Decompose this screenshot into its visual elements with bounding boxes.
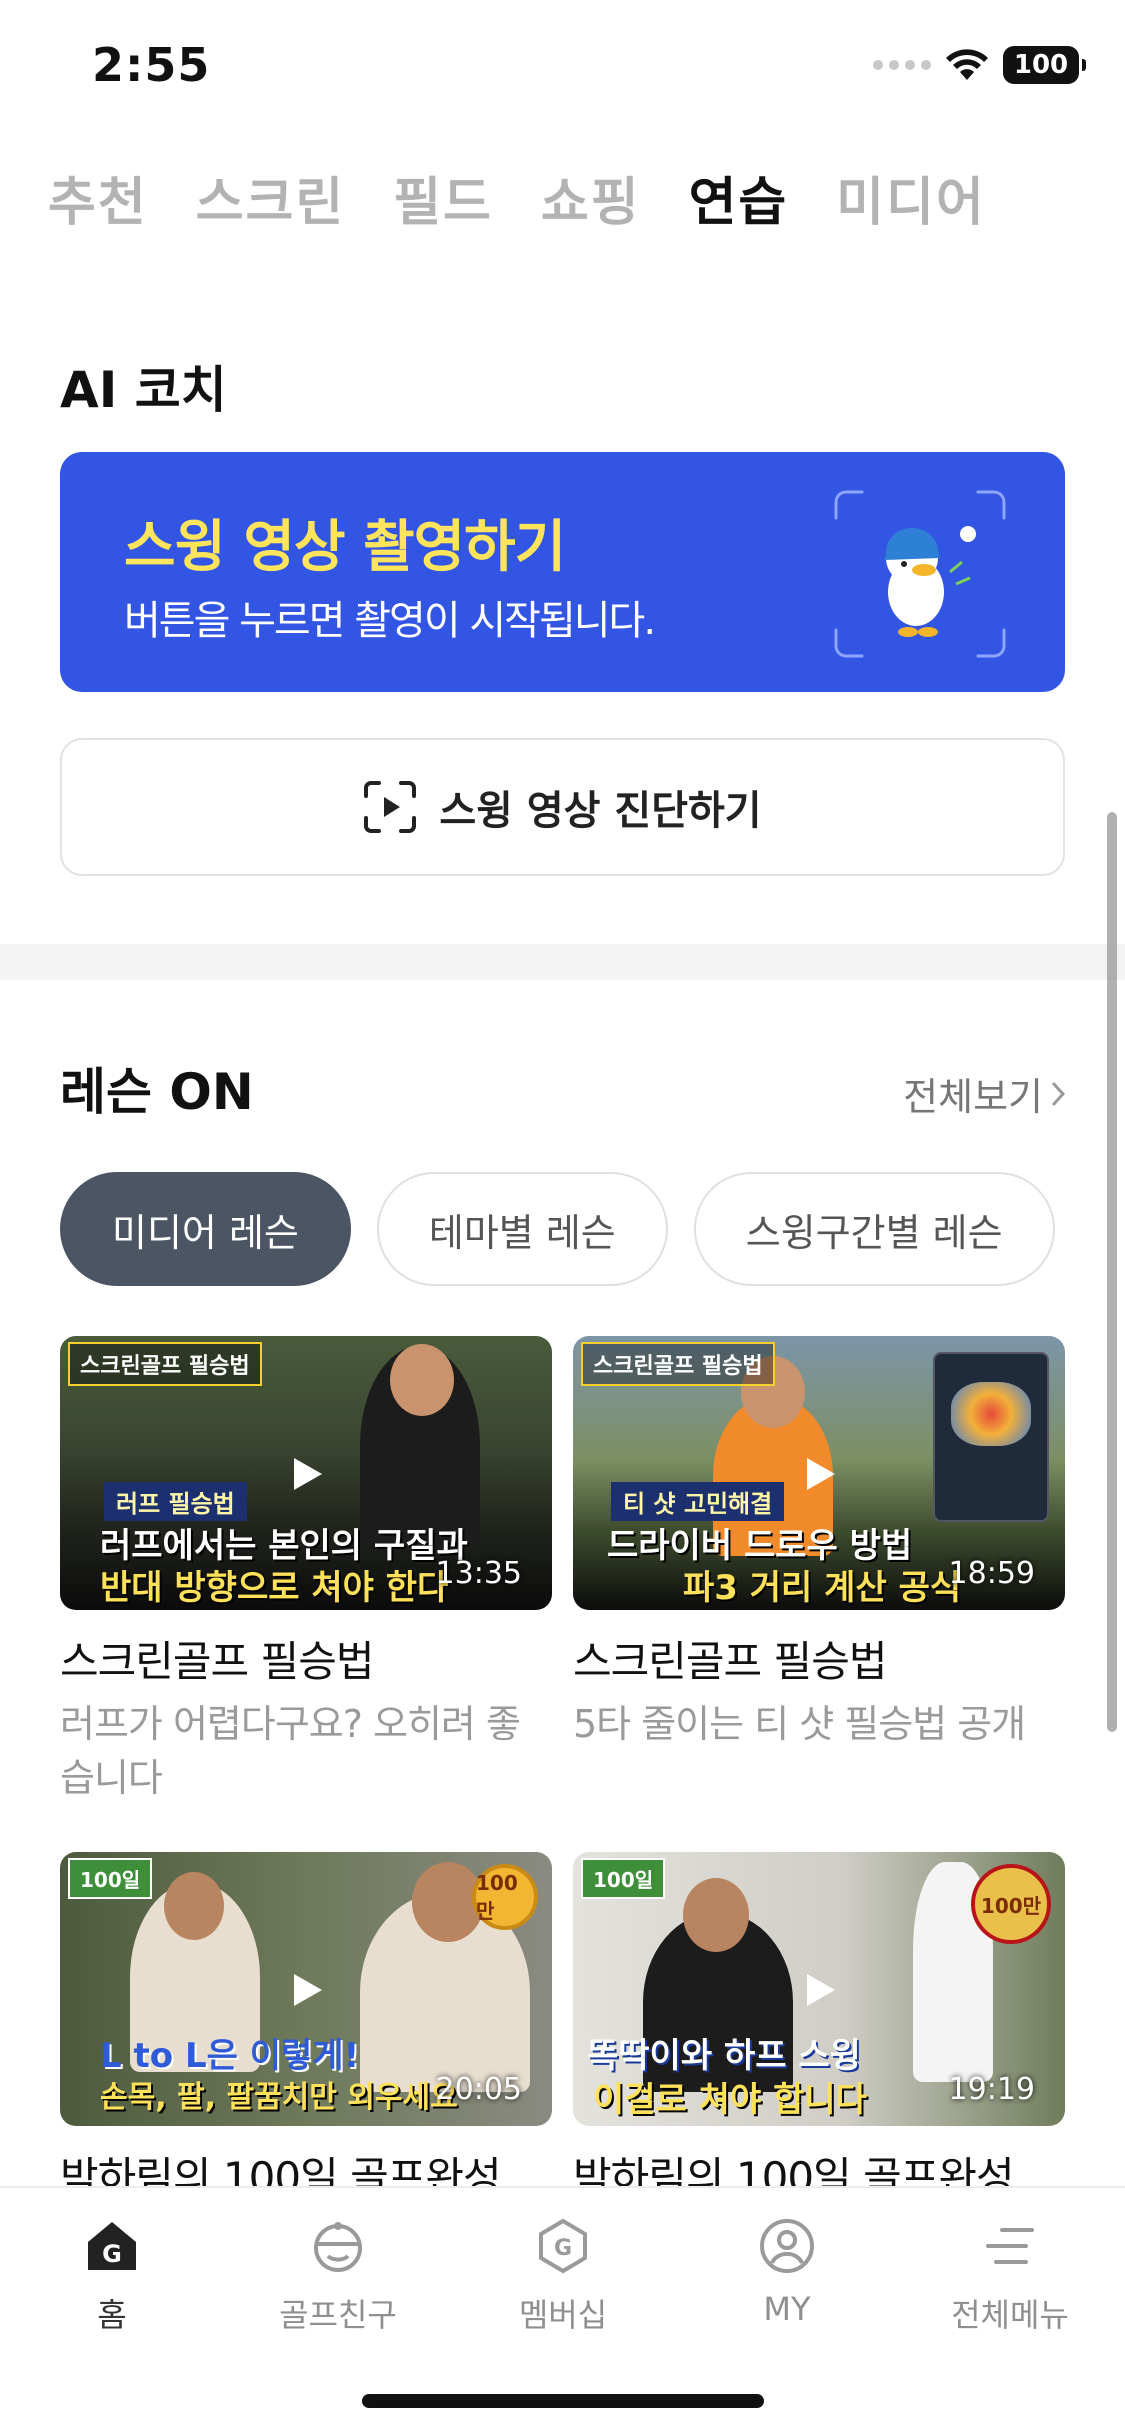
thumb-series-label: 스크린골프 필승법 — [68, 1342, 262, 1386]
video-card[interactable]: 100일 100만 똑딱이와 하프 스윙 이걸로 쳐야 합니다 19:19 박하… — [573, 1852, 1065, 2205]
menu-icon — [986, 2228, 1034, 2264]
play-icon — [294, 1458, 322, 1490]
video-description: 5타 줄이는 티 샷 필승법 공개 — [573, 1702, 1026, 1746]
nav-label: 골프친구 — [279, 2296, 397, 2334]
status-bar: 2:55 100 — [0, 0, 1125, 140]
thumb-tag: 러프 필승법 — [104, 1482, 247, 1521]
video-duration: 18:59 — [948, 1556, 1035, 1591]
badge-1m-views: 100만 — [971, 1864, 1051, 1944]
nav-my[interactable]: MY — [697, 2218, 877, 2328]
vertical-scrollbar[interactable] — [1107, 812, 1117, 1732]
video-card[interactable]: 100일 100만 L to L은 이렇게! 손목, 팔, 팔꿈치만 외우세요 … — [60, 1852, 552, 2205]
thumb-caption: 반대 방향으로 쳐야 한다 — [100, 1568, 449, 1608]
play-icon — [807, 1458, 835, 1490]
tab-practice[interactable]: 연습 — [689, 160, 789, 235]
video-title: 스크린골프 필승법 — [573, 1637, 887, 1686]
video-thumbnail[interactable]: 스크린골프 필승법 러프 필승법 러프에서는 본인의 구질과 반대 방향으로 쳐… — [60, 1336, 552, 1610]
lesson-filter-chips: 미디어 레슨 테마별 레슨 스윙구간별 레슨 — [60, 1172, 1055, 1286]
nav-golf-friend[interactable]: 골프친구 — [248, 2218, 428, 2336]
membership-icon: G — [539, 2218, 587, 2274]
thumb-caption: 파3 거리 계산 공식 — [683, 1568, 962, 1608]
nav-home[interactable]: G 홈 — [22, 2218, 202, 2336]
thumb-caption: 똑딱이와 하프 스윙 — [587, 2036, 861, 2076]
status-time: 2:55 — [92, 38, 211, 92]
banner-title: 스윙 영상 촬영하기 — [124, 515, 566, 580]
tab-screen[interactable]: 스크린 — [196, 160, 346, 235]
heatmap-graphic — [951, 1382, 1031, 1446]
section-divider — [0, 944, 1125, 980]
video-description: 러프가 어렵다구요? 오히려 좋습니다 — [60, 1702, 521, 1800]
see-all-label: 전체보기 — [903, 1075, 1043, 1119]
video-card[interactable]: 스크린골프 필승법 티 샷 고민해결 드라이버 드로우 방법 파3 거리 계산 … — [573, 1336, 1065, 1751]
video-thumbnail[interactable]: 100일 100만 똑딱이와 하프 스윙 이걸로 쳐야 합니다 19:19 — [573, 1852, 1065, 2126]
play-icon — [807, 1974, 835, 2006]
nav-label: 홈 — [97, 2296, 127, 2334]
nav-label: MY — [763, 2290, 811, 2328]
nav-label: 전체메뉴 — [951, 2296, 1069, 2334]
chip-theme-lesson[interactable]: 테마별 레슨 — [376, 1172, 668, 1286]
thumb-caption: 이걸로 쳐야 합니다 — [593, 2080, 867, 2120]
tab-recommend[interactable]: 추천 — [48, 160, 148, 235]
tab-field[interactable]: 필드 — [393, 160, 493, 235]
thumb-caption: L to L은 이렇게! — [100, 2036, 360, 2076]
swing-diagnose-button[interactable]: 스윙 영상 진단하기 — [60, 738, 1065, 876]
status-icons: 100 — [873, 46, 1086, 84]
badge-1m-views: 100만 — [472, 1864, 538, 1930]
thumb-series-label: 스크린골프 필승법 — [581, 1342, 775, 1386]
chevron-right-icon — [1051, 1081, 1065, 1106]
top-tab-bar: 추천 스크린 필드 쇼핑 연습 미디어 — [48, 160, 986, 235]
nav-membership[interactable]: G 멤버십 — [473, 2218, 653, 2336]
see-all-link[interactable]: 전체보기 — [903, 1066, 1065, 1121]
video-duration: 19:19 — [948, 2072, 1035, 2107]
nav-all-menu[interactable]: 전체메뉴 — [920, 2218, 1100, 2336]
thumb-caption: 손목, 팔, 팔꿈치만 외우세요 — [100, 2080, 458, 2115]
instructor-face — [164, 1872, 224, 1940]
video-card[interactable]: 스크린골프 필승법 러프 필승법 러프에서는 본인의 구질과 반대 방향으로 쳐… — [60, 1336, 552, 1805]
nav-label: 멤버십 — [518, 2296, 608, 2334]
thumb-series-label: 100일 — [68, 1858, 153, 1899]
diagnose-label: 스윙 영상 진단하기 — [439, 788, 762, 834]
instructor-face — [683, 1878, 749, 1952]
chip-media-lesson[interactable]: 미디어 레슨 — [60, 1172, 351, 1286]
ai-coach-title: AI 코치 — [60, 361, 227, 419]
video-duration: 13:35 — [435, 1556, 522, 1591]
chip-swing-section-lesson[interactable]: 스윙구간별 레슨 — [693, 1172, 1055, 1286]
tab-shopping[interactable]: 쇼핑 — [541, 160, 641, 235]
wifi-icon — [946, 49, 988, 80]
thumb-series-label: 100일 — [581, 1858, 666, 1899]
profile-icon — [760, 2219, 814, 2273]
swing-record-banner[interactable]: 스윙 영상 촬영하기 버튼을 누르면 촬영이 시작됩니다. — [60, 452, 1065, 692]
battery-icon: 100 — [1003, 46, 1086, 84]
home-indicator[interactable] — [362, 2394, 764, 2408]
video-duration: 20:05 — [435, 2072, 522, 2107]
svg-text:G: G — [554, 2236, 572, 2261]
cellular-signal-icon — [873, 60, 931, 70]
play-icon — [294, 1974, 322, 2006]
banner-subtitle: 버튼을 누르면 촬영이 시작됩니다. — [124, 598, 656, 644]
tab-media[interactable]: 미디어 — [836, 160, 986, 235]
svg-text:G: G — [102, 2240, 122, 2268]
duck-mascot-icon — [834, 490, 1006, 658]
video-title: 스크린골프 필승법 — [60, 1637, 374, 1686]
video-thumbnail[interactable]: 100일 100만 L to L은 이렇게! 손목, 팔, 팔꿈치만 외우세요 … — [60, 1852, 552, 2126]
home-g-icon: G — [88, 2222, 136, 2270]
thumb-tag: 티 샷 고민해결 — [611, 1482, 785, 1521]
golf-friend-icon — [314, 2222, 362, 2272]
lesson-on-title: 레슨 ON — [60, 1063, 254, 1121]
video-scan-icon — [364, 781, 417, 833]
instructor-face — [390, 1344, 454, 1416]
video-thumbnail[interactable]: 스크린골프 필승법 티 샷 고민해결 드라이버 드로우 방법 파3 거리 계산 … — [573, 1336, 1065, 1610]
